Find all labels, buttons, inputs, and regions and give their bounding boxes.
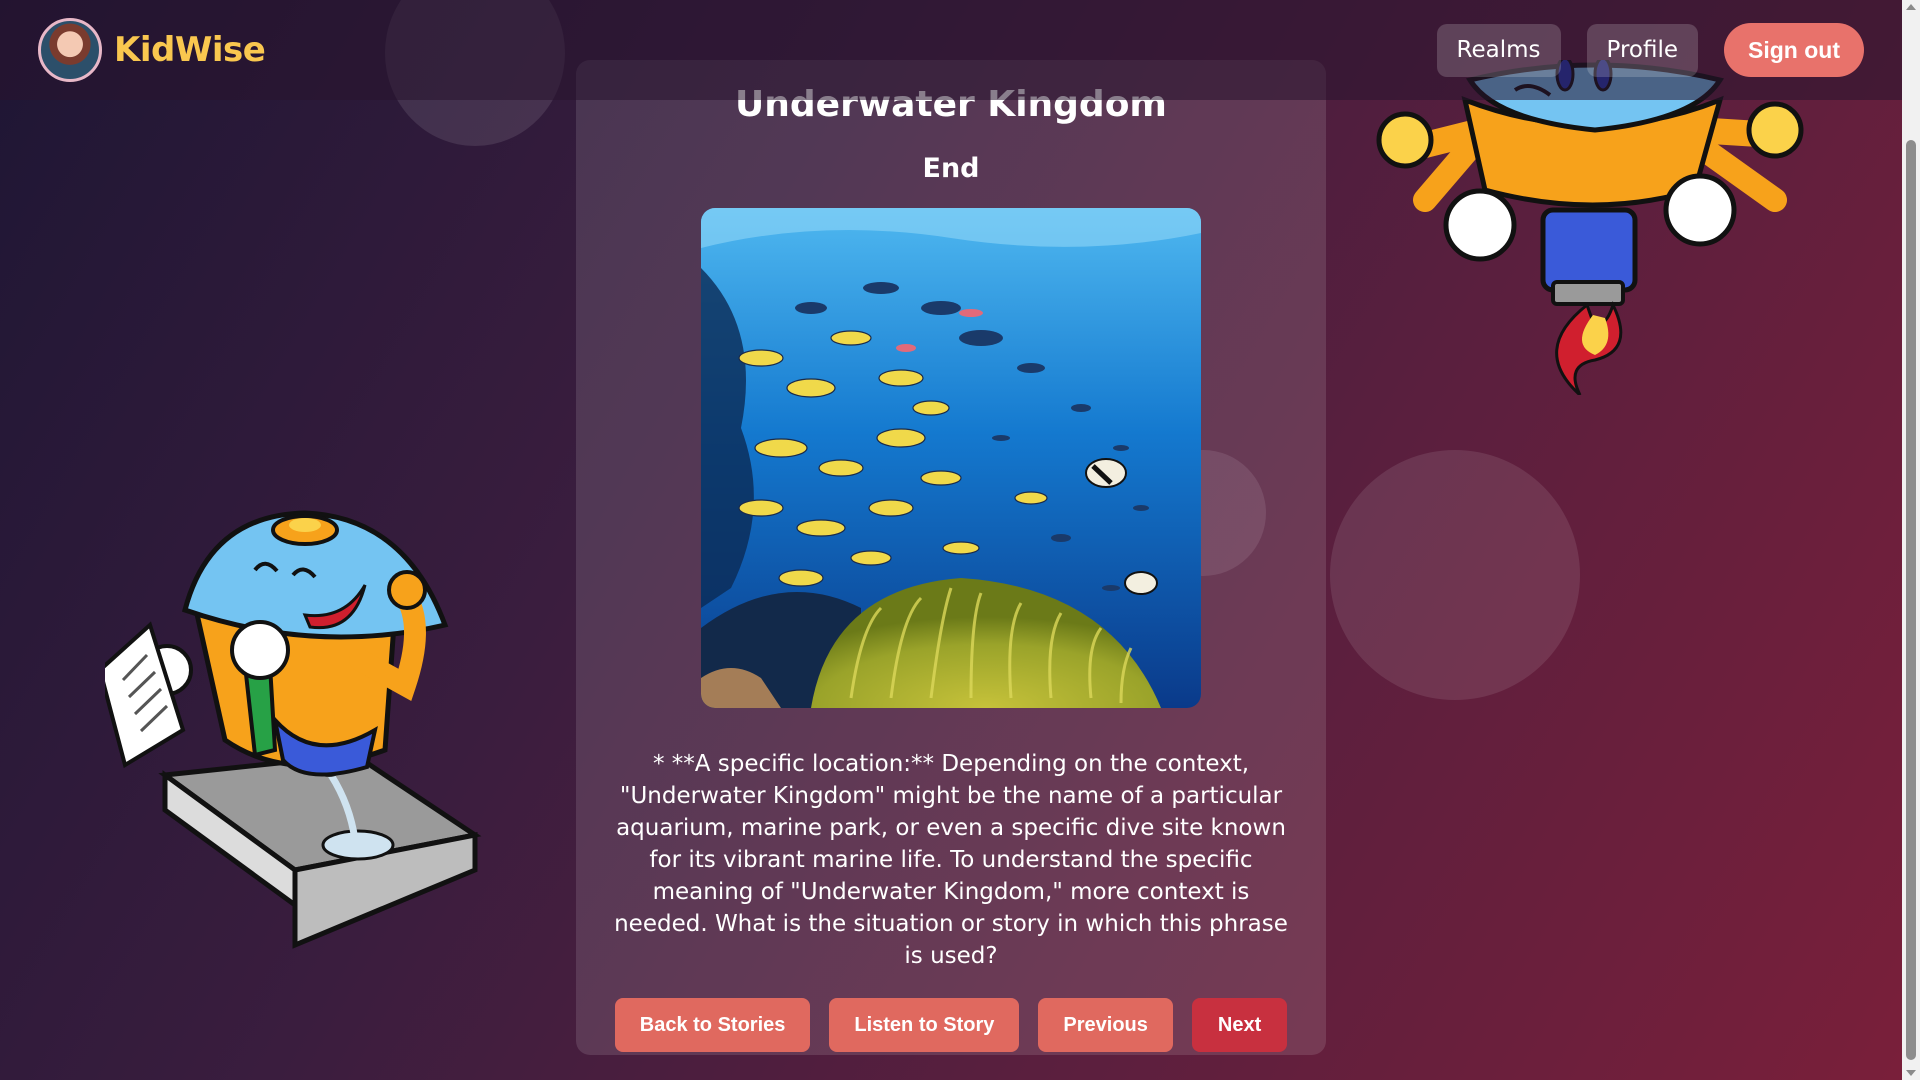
next-button[interactable]: Next [1191,998,1288,1052]
page-scrollbar[interactable] [1902,0,1920,1080]
scroll-down-icon[interactable] [1906,1070,1916,1076]
robot-reading-mascot [105,510,482,949]
decor-bubble [1330,450,1580,700]
coral-reef-image [701,208,1201,708]
story-card: Underwater Kingdom End * **A specific lo… [576,60,1326,1055]
story-illustration [701,208,1201,708]
previous-button[interactable]: Previous [1038,998,1173,1052]
profile-button[interactable]: Profile [1586,23,1699,77]
listen-to-story-button[interactable]: Listen to Story [829,998,1020,1052]
brand[interactable]: KidWise [38,18,266,82]
brand-name: KidWise [114,30,266,70]
princess-avatar-icon [38,18,102,82]
top-nav-bar: KidWise Realms Profile Sign out [0,0,1902,100]
scroll-up-icon[interactable] [1906,4,1916,10]
main-nav: Realms Profile Sign out [1436,23,1864,77]
sign-out-button[interactable]: Sign out [1724,23,1864,77]
scroll-thumb[interactable] [1906,140,1916,1060]
story-actions: Back to Stories Listen to Story Previous… [614,998,1288,1052]
realms-button[interactable]: Realms [1436,23,1561,77]
robot-jetpack-mascot [1376,60,1804,395]
story-text: * **A specific location:** Depending on … [614,751,1288,969]
back-to-stories-button[interactable]: Back to Stories [614,998,811,1052]
page-label: End [922,153,980,184]
